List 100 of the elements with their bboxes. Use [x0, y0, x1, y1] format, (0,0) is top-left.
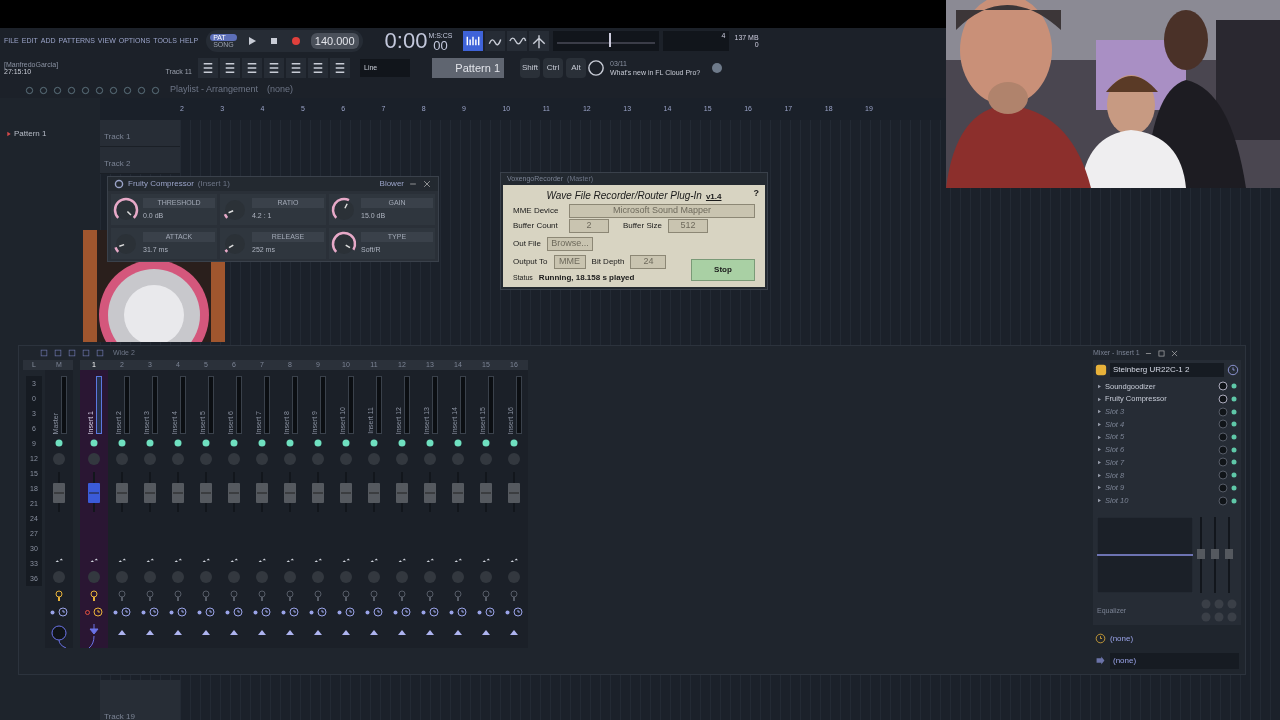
maximize-icon[interactable]	[1156, 348, 1166, 358]
clock-icon[interactable]	[345, 607, 355, 617]
send-arrow-icon[interactable]	[229, 628, 239, 636]
knob[interactable]	[331, 196, 357, 223]
toggle-icon[interactable]	[342, 590, 350, 602]
led-icon[interactable]	[230, 439, 238, 447]
led-icon[interactable]	[1231, 484, 1237, 491]
toggle-icon[interactable]	[482, 590, 490, 602]
help-button[interactable]: ?	[753, 187, 759, 201]
toggle-icon[interactable]	[314, 590, 322, 602]
clock-icon[interactable]	[149, 607, 159, 617]
toggle-icon[interactable]	[118, 590, 126, 602]
wave-icon[interactable]	[506, 31, 527, 51]
dot-icon[interactable]	[50, 609, 55, 615]
eq-fader[interactable]	[1197, 516, 1205, 593]
toggle-icon[interactable]	[370, 590, 378, 602]
caret-icon[interactable]	[1097, 383, 1102, 389]
antenna-icon[interactable]	[528, 31, 549, 51]
clock-icon[interactable]	[93, 607, 103, 617]
led-icon[interactable]	[1231, 446, 1237, 453]
square-icon[interactable]	[81, 348, 91, 358]
dot-icon[interactable]	[309, 609, 314, 615]
send-arrow-icon[interactable]	[117, 628, 127, 636]
close-icon[interactable]	[1169, 348, 1179, 358]
buffer-count-field[interactable]: 2	[569, 219, 609, 233]
caret-icon[interactable]	[1097, 396, 1102, 402]
send-arrow-icon[interactable]	[509, 628, 519, 636]
modifier-key[interactable]: Alt	[566, 58, 586, 78]
dot-icon[interactable]	[225, 609, 230, 615]
close-icon[interactable]	[422, 179, 432, 189]
dot-icon[interactable]	[253, 609, 258, 615]
toggle-icon[interactable]	[174, 590, 182, 602]
led-icon[interactable]	[118, 439, 126, 447]
mix-knob[interactable]	[1218, 394, 1228, 405]
caret-icon[interactable]	[1097, 498, 1102, 504]
led-icon[interactable]	[90, 439, 98, 447]
clock-icon[interactable]	[429, 607, 439, 617]
toggle-icon[interactable]	[454, 590, 462, 602]
led-icon[interactable]	[1231, 421, 1237, 428]
led-icon[interactable]	[258, 439, 266, 447]
clock-icon[interactable]	[485, 607, 495, 617]
dot-icon[interactable]	[393, 609, 398, 615]
dot-icon[interactable]	[505, 609, 510, 615]
led-icon[interactable]	[398, 439, 406, 447]
dot-icon[interactable]	[365, 609, 370, 615]
tempo-field[interactable]: 140.000	[310, 32, 359, 50]
led-icon[interactable]	[1231, 383, 1237, 390]
buffer-size-field[interactable]: 512	[668, 219, 708, 233]
led-icon[interactable]	[454, 439, 462, 447]
clock-icon[interactable]	[177, 607, 187, 617]
output-icon[interactable]	[1095, 655, 1106, 667]
toggle-icon[interactable]	[90, 590, 98, 602]
bit-depth-field[interactable]: 24	[630, 255, 667, 269]
route-arrow-icon[interactable]	[88, 624, 100, 648]
clock-icon[interactable]	[233, 607, 243, 617]
caret-icon[interactable]	[1097, 434, 1102, 440]
dot-icon[interactable]	[337, 609, 342, 615]
send-arrow-icon[interactable]	[369, 628, 379, 636]
led-icon[interactable]	[1231, 396, 1237, 403]
led-icon[interactable]	[1231, 459, 1237, 466]
toggle-icon[interactable]	[258, 590, 266, 602]
send-arrow-icon[interactable]	[173, 628, 183, 636]
dot-icon[interactable]	[113, 609, 118, 615]
dot-icon[interactable]	[421, 609, 426, 615]
toggle-icon[interactable]	[286, 590, 294, 602]
input-icon[interactable]	[1095, 364, 1107, 376]
output-field[interactable]: MME	[553, 255, 586, 269]
send-arrow-icon[interactable]	[453, 628, 463, 636]
led-icon[interactable]	[510, 439, 518, 447]
led-icon[interactable]	[426, 439, 434, 447]
clock-icon[interactable]	[1227, 364, 1239, 376]
clock-icon[interactable]	[121, 607, 131, 617]
led-icon[interactable]	[55, 439, 63, 447]
send-arrow-icon[interactable]	[285, 628, 295, 636]
track-header[interactable]: Track 19	[100, 680, 180, 720]
led-icon[interactable]	[146, 439, 154, 447]
modifier-key[interactable]: Ctrl	[543, 58, 563, 78]
route-selector[interactable]: (none)	[1110, 632, 1134, 645]
track-header[interactable]: Track 1	[100, 120, 180, 147]
clock-icon[interactable]	[513, 607, 523, 617]
pattern-item[interactable]: Pattern 1	[14, 128, 47, 140]
route-knob-icon[interactable]	[49, 624, 69, 648]
browse-button[interactable]: Browse...	[547, 237, 593, 251]
clock-icon[interactable]	[261, 607, 271, 617]
clock-icon[interactable]	[317, 607, 327, 617]
meter-icon[interactable]	[484, 31, 505, 51]
clock-icon[interactable]	[205, 607, 215, 617]
toggle-icon[interactable]	[426, 590, 434, 602]
send-arrow-icon[interactable]	[341, 628, 351, 636]
clock-icon[interactable]	[1095, 633, 1106, 645]
send-arrow-icon[interactable]	[425, 628, 435, 636]
input-selector[interactable]: Steinberg UR22C-1 2	[1110, 363, 1224, 377]
send-arrow-icon[interactable]	[201, 628, 211, 636]
clock-icon[interactable]	[58, 607, 68, 617]
led-icon[interactable]	[202, 439, 210, 447]
eq-fader[interactable]	[1211, 516, 1219, 593]
pattern-selector[interactable]: Pattern 1	[432, 58, 504, 78]
send-arrow-icon[interactable]	[481, 628, 491, 636]
track-name[interactable]: Track 2	[104, 159, 131, 168]
dot-icon[interactable]	[449, 609, 454, 615]
